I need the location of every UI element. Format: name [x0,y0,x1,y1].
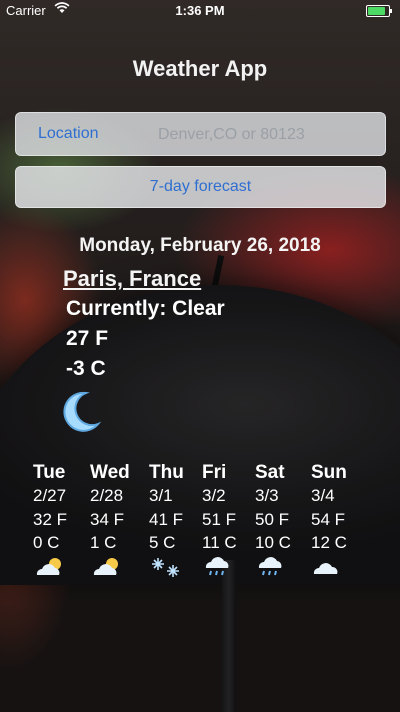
battery-icon [366,5,392,17]
forecast-day-name: Fri [202,462,227,483]
forecast-day-name: Tue [33,462,66,483]
partly-cloudy-icon [90,555,150,586]
cloud-icon [311,555,371,586]
forecast-temp-c: 0 C [33,533,60,552]
rain-cloud-icon [255,555,315,586]
forecast-temp-c: 10 C [255,533,291,552]
location-label: Location [38,125,99,142]
forecast-day-name: Sat [255,462,285,483]
seven-day-forecast-button[interactable]: 7-day forecast [15,166,386,208]
rain-cloud-icon [202,555,262,586]
forecast-temp-f: 34 F [90,509,125,529]
forecast-temp-f: 51 F [202,509,237,529]
forecast-day: Sun 3/4 54 F 12 C [311,462,371,586]
forecast-temp-c: 1 C [90,533,117,552]
forecast-temp-f: 50 F [255,509,290,529]
current-temp-fahrenheit: 27 F [66,327,109,350]
forecast-temp-f: 41 F [149,509,184,529]
current-date: Monday, February 26, 2018 [79,235,321,256]
forecast-day: Sat 3/3 50 F 10 C [255,462,315,586]
forecast-temp-f: 32 F [33,509,68,529]
forecast-temp-f: 54 F [311,509,346,529]
forecast-date: 3/1 [149,486,173,505]
moon-icon [62,390,102,442]
location-input[interactable] [156,120,380,150]
forecast-day: Thu 3/1 41 F 5 C [149,462,209,586]
forecast-temp-c: 11 C [202,533,237,552]
forecast-day-name: Thu [149,462,184,483]
forecast-temp-c: 5 C [149,533,176,552]
snow-icon [149,555,209,586]
forecast-day: Fri 3/2 51 F 11 C [202,462,262,586]
forecast-list: Tue 2/27 32 F 0 C Wed 2/28 34 F 1 C Thu … [0,462,400,592]
forecast-day: Wed 2/28 34 F 1 C [90,462,150,586]
current-temp-celsius: -3 C [66,357,106,380]
clock: 1:36 PM [175,3,225,18]
forecast-day-name: Wed [90,462,130,483]
partly-cloudy-icon [33,555,93,586]
forecast-date: 3/2 [202,486,226,505]
forecast-date: 2/28 [90,486,124,505]
city-name: Paris, France [63,266,202,291]
forecast-day: Tue 2/27 32 F 0 C [33,462,93,586]
forecast-day-name: Sun [311,462,347,483]
current-conditions: Currently: Clear [66,297,225,320]
forecast-temp-c: 12 C [311,533,347,552]
forecast-date: 3/3 [255,486,279,505]
location-search-bar: Location [15,112,386,156]
app-title: Weather App [132,56,268,81]
forecast-date: 2/27 [33,486,67,505]
status-bar: Carrier 1:36 PM [0,0,400,22]
forecast-date: 3/4 [311,486,335,505]
